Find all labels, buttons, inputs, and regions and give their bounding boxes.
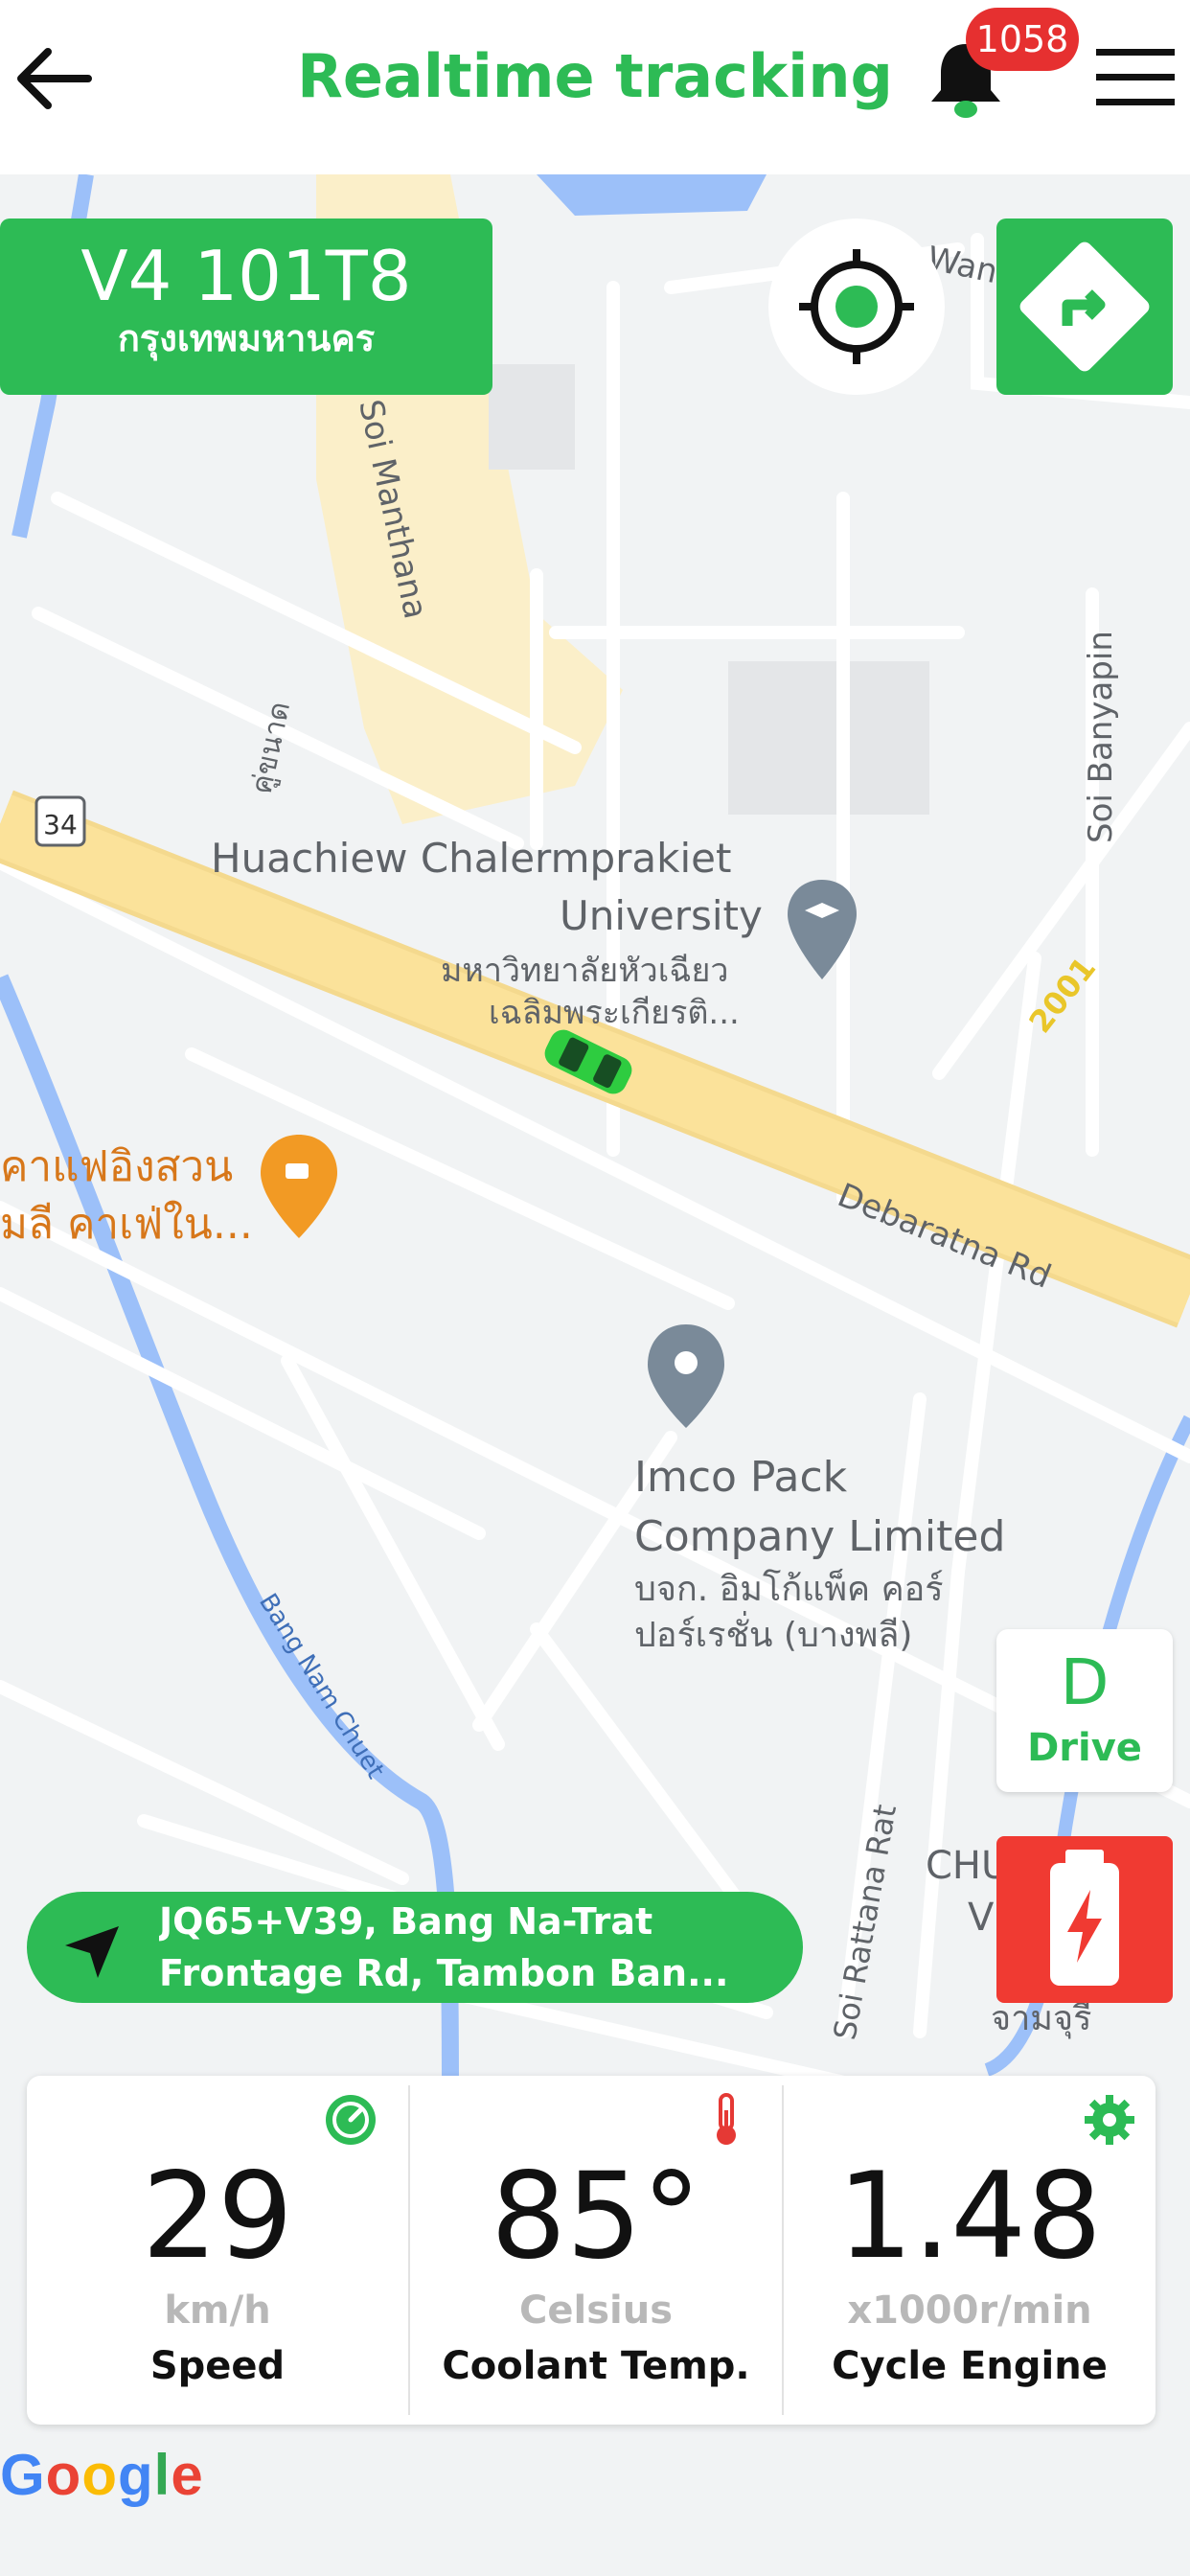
engine-value: 1.48 [836, 2148, 1103, 2286]
svg-text:มลี คาเฟ่ใน...: มลี คาเฟ่ใน... [0, 1200, 253, 1249]
svg-text:มหาวิทยาลัยหัวเฉียว: มหาวิทยาลัยหัวเฉียว [441, 952, 729, 990]
svg-text:ปอร์เรชั่น (บางพลี): ปอร์เรชั่น (บางพลี) [634, 1611, 912, 1655]
navigation-arrow-icon [65, 1926, 119, 1978]
svg-text:Soi Banyapin: Soi Banyapin [1082, 631, 1120, 843]
svg-text:บจก. อิมโก้แพ็ค คอร์: บจก. อิมโก้แพ็ค คอร์ [634, 1567, 944, 1609]
thermometer-icon [717, 2093, 736, 2145]
app-header: Realtime tracking 1058 [0, 0, 1190, 174]
speed-value: 29 [142, 2148, 293, 2286]
svg-text:Imco Pack: Imco Pack [634, 1453, 848, 1502]
water-body [537, 174, 767, 216]
coolant-label: Coolant Temp. [442, 2344, 750, 2388]
svg-text:Company Limited: Company Limited [634, 1512, 1005, 1561]
battery-charging-icon [1050, 1850, 1119, 1986]
gear-icon [1085, 2095, 1134, 2145]
engine-label: Cycle Engine [832, 2344, 1108, 2388]
hamburger-menu-icon[interactable] [1092, 43, 1179, 110]
svg-text:จามจุรี: จามจุรี [991, 1999, 1091, 2039]
stat-speed: 29 km/h Speed [27, 2076, 408, 2425]
speed-label: Speed [149, 2344, 286, 2388]
speedometer-icon [326, 2095, 376, 2145]
svg-text:V: V [968, 1896, 995, 1940]
stat-coolant: 85° Celsius Coolant Temp. [410, 2076, 782, 2425]
speed-unit: km/h [164, 2288, 271, 2333]
gear-label: Drive [1027, 1726, 1142, 1770]
svg-text:34: 34 [43, 809, 78, 840]
address-line-2: Frontage Rd, Tambon Ban... [159, 1952, 729, 1994]
license-plate: V4 101T8 กรุงเทพมหานคร [0, 218, 492, 395]
route-34-shield: 34 [34, 795, 86, 847]
building-block [728, 661, 929, 815]
coolant-value: 85° [491, 2148, 701, 2286]
gear-indicator: D Drive [996, 1629, 1173, 1792]
svg-text:คาแฟอิงสวน: คาแฟอิงสวน [0, 1142, 233, 1191]
plate-number: V4 101T8 [80, 236, 412, 316]
notification-badge[interactable]: 1058 [966, 8, 1079, 71]
gear-letter: D [1060, 1645, 1110, 1719]
plate-province: กรุงเทพมหานคร [117, 317, 376, 359]
google-logo: Google [0, 2443, 204, 2507]
building-block [489, 364, 575, 470]
address-bar[interactable]: JQ65+V39, Bang Na-Trat Frontage Rd, Tamb… [27, 1892, 803, 2003]
vehicle-stats-panel: 29 km/h Speed 85° Celsius Coolant Temp. [27, 2076, 1156, 2425]
engine-unit: x1000r/min [847, 2288, 1092, 2333]
stat-engine: 1.48 x1000r/min Cycle Engine [784, 2076, 1156, 2425]
crosshair-icon [799, 249, 914, 364]
map-label-university: Huachiew Chalermprakiet [211, 835, 731, 882]
directions-icon [1019, 242, 1150, 372]
address-text: JQ65+V39, Bang Na-Trat Frontage Rd, Tamb… [159, 1896, 782, 1999]
address-line-1: JQ65+V39, Bang Na-Trat [159, 1900, 653, 1943]
svg-text:University: University [560, 892, 763, 939]
battery-button[interactable] [996, 1836, 1173, 2003]
coolant-unit: Celsius [519, 2288, 673, 2333]
directions-button[interactable] [996, 218, 1173, 395]
locate-button[interactable] [768, 218, 945, 395]
svg-text:เฉลิมพระเกียรติ...: เฉลิมพระเกียรติ... [489, 994, 740, 1032]
